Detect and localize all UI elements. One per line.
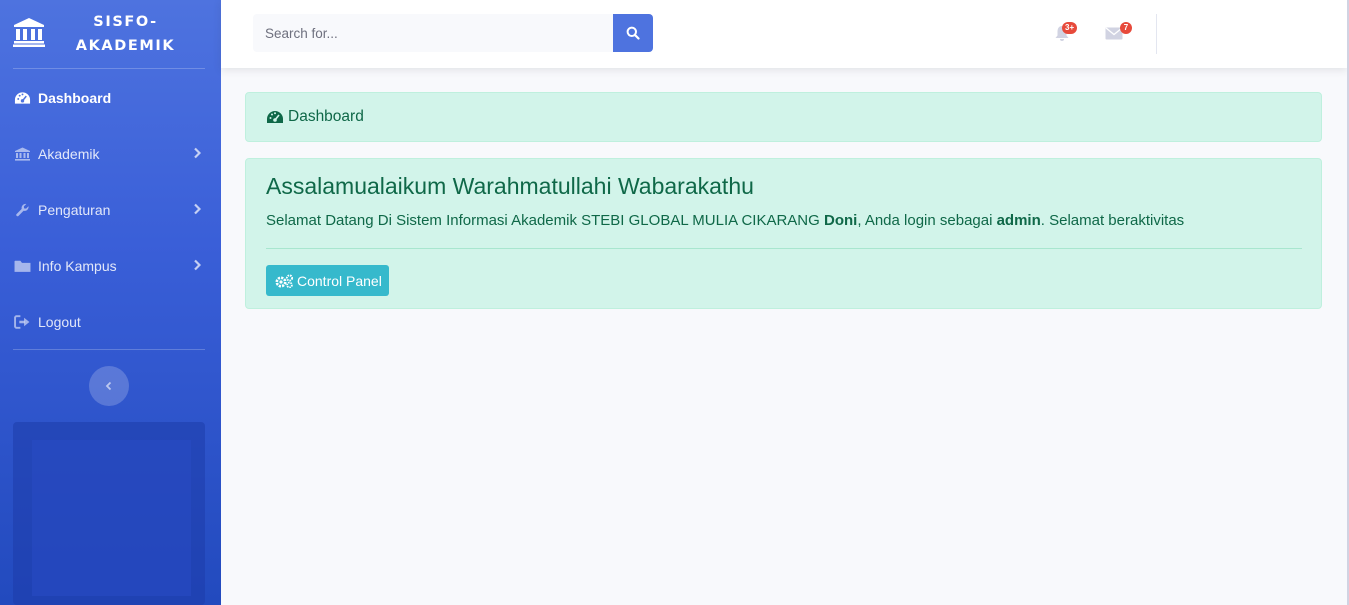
chevron-left-icon — [105, 381, 112, 391]
welcome-text-middle: , Anda login sebagai — [857, 212, 997, 229]
search-form — [253, 14, 653, 52]
alerts-dropdown[interactable]: 3+ — [1050, 20, 1080, 46]
tachometer-icon — [14, 92, 31, 104]
welcome-text-suffix: . Selamat beraktivitas — [1040, 212, 1185, 229]
brand-line-1: SISFO- — [93, 14, 158, 30]
sidebar-item-akademik[interactable]: Akademik — [0, 134, 221, 174]
brand-name: SISFO- AKADEMIK — [68, 10, 183, 58]
messages-badge: 7 — [1120, 22, 1132, 34]
brand-line-2: AKADEMIK — [75, 38, 176, 54]
sidebar-card-image — [32, 440, 191, 596]
topbar-divider — [1156, 14, 1157, 54]
breadcrumb-label: Dashboard — [288, 108, 364, 125]
topbar: 3+ 7 — [221, 0, 1347, 68]
messages-dropdown[interactable]: 7 — [1103, 20, 1133, 46]
sign-out-icon — [14, 315, 30, 329]
folder-icon — [14, 260, 31, 272]
sidebar-toggle-button[interactable] — [89, 366, 129, 406]
sidebar-item-label: Info Kampus — [38, 258, 117, 274]
sidebar-item-info-kampus[interactable]: Info Kampus — [0, 246, 221, 286]
sidebar-brand[interactable]: SISFO- AKADEMIK — [0, 0, 221, 68]
welcome-text-prefix: Selamat Datang Di Sistem Informasi Akade… — [266, 212, 824, 229]
sidebar-item-logout[interactable]: Logout — [0, 302, 221, 342]
sidebar-item-pengaturan[interactable]: Pengaturan — [0, 190, 221, 230]
search-button[interactable] — [613, 14, 653, 52]
sidebar-item-label: Dashboard — [38, 90, 112, 106]
search-input[interactable] — [253, 14, 613, 52]
university-icon — [15, 147, 30, 161]
wrench-icon — [16, 203, 29, 217]
welcome-card: Assalamualaikum Warahmatullahi Wabarakat… — [245, 158, 1322, 309]
tachometer-icon — [267, 111, 283, 123]
sidebar-item-label: Pengaturan — [38, 202, 111, 218]
sidebar-item-dashboard[interactable]: Dashboard — [0, 78, 221, 118]
sidebar-divider — [13, 68, 205, 69]
welcome-divider — [266, 248, 1302, 249]
sidebar-divider — [13, 349, 205, 350]
chevron-right-icon — [194, 203, 201, 215]
chevron-right-icon — [194, 259, 201, 271]
sidebar-item-label: Akademik — [38, 146, 100, 162]
sidebar-card — [13, 422, 205, 605]
alerts-badge: 3+ — [1062, 22, 1078, 34]
cogs-icon — [275, 273, 294, 288]
control-panel-label: Control Panel — [297, 272, 382, 289]
welcome-username: Doni — [823, 212, 858, 229]
university-icon — [13, 18, 45, 47]
search-icon — [626, 26, 640, 40]
welcome-title: Assalamualaikum Warahmatullahi Wabarakat… — [266, 173, 754, 199]
welcome-role: admin — [996, 212, 1041, 229]
welcome-text: Selamat Datang Di Sistem Informasi Akade… — [266, 212, 1184, 229]
breadcrumb: Dashboard — [245, 92, 1322, 142]
chevron-right-icon — [194, 147, 201, 159]
sidebar: SISFO- AKADEMIK Dashboard Akademik Penga… — [0, 0, 221, 605]
control-panel-button[interactable]: Control Panel — [266, 265, 389, 296]
sidebar-item-label: Logout — [38, 314, 81, 330]
